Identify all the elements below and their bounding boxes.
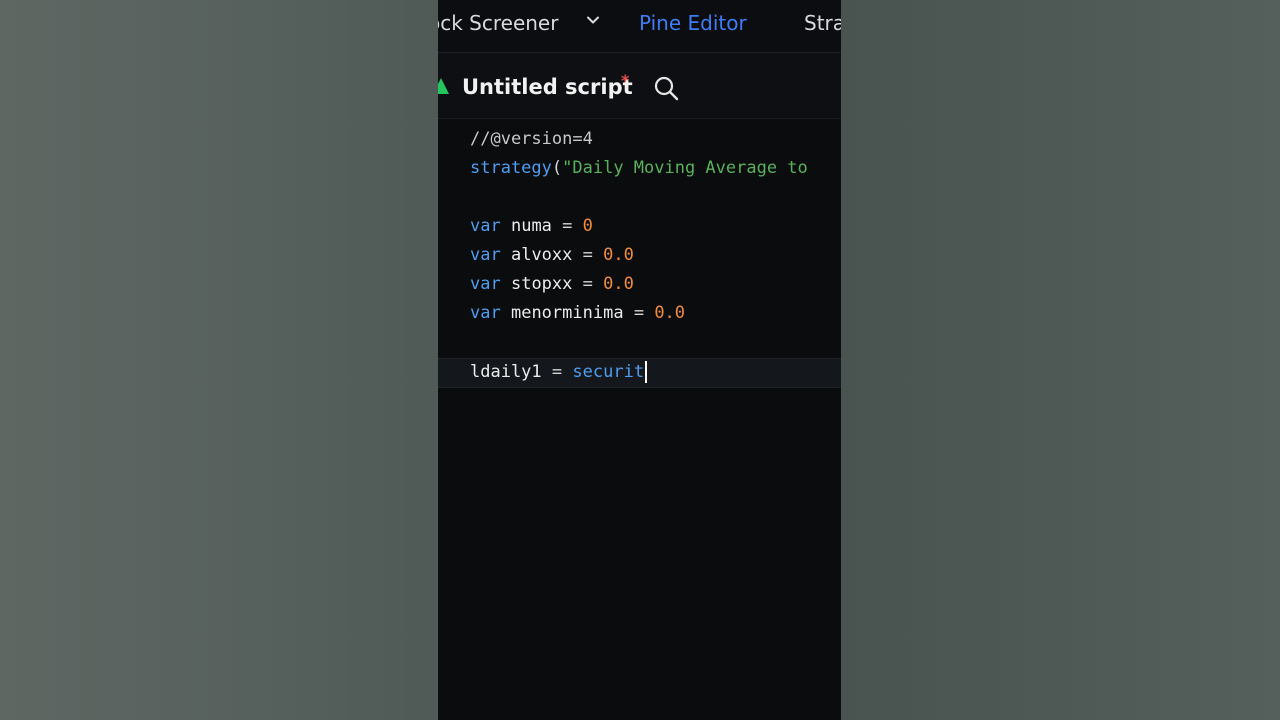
code-line-1[interactable]: //@version=4 bbox=[470, 125, 593, 154]
code-editor[interactable]: //@version=4 strategy("Daily Moving Aver… bbox=[438, 119, 841, 720]
code-number: 0 bbox=[582, 216, 593, 236]
code-keyword: var bbox=[470, 216, 501, 236]
app-screen: ock Screener Pine Editor Stra Untitled s… bbox=[438, 0, 841, 720]
text-cursor bbox=[645, 361, 648, 383]
script-title[interactable]: Untitled script bbox=[462, 73, 633, 101]
code-number: 0.0 bbox=[654, 303, 686, 323]
code-number: 0.0 bbox=[603, 274, 634, 294]
code-number: 0.0 bbox=[603, 245, 634, 265]
code-comment: //@version=4 bbox=[470, 129, 593, 149]
code-keyword: var bbox=[470, 274, 501, 294]
code-line-9[interactable]: ldaily1 = securit bbox=[470, 358, 648, 387]
code-keyword: var bbox=[470, 245, 501, 265]
code-operator: = bbox=[582, 274, 593, 294]
chevron-down-icon[interactable] bbox=[586, 13, 600, 27]
top-navigation: ock Screener Pine Editor Stra bbox=[438, 0, 841, 53]
code-keyword: var bbox=[470, 303, 501, 323]
code-line-4[interactable]: var numa = 0 bbox=[470, 212, 593, 241]
code-line-2[interactable]: strategy("Daily Moving Average to bbox=[470, 154, 808, 183]
code-string: "Daily Moving Average to bbox=[562, 158, 808, 178]
code-identifier: menorminima bbox=[510, 303, 624, 323]
tab-pine-editor[interactable]: Pine Editor bbox=[639, 10, 747, 36]
code-operator: = bbox=[582, 245, 593, 265]
search-icon[interactable] bbox=[653, 75, 679, 101]
app-logo-icon bbox=[438, 78, 449, 94]
code-identifier: alvoxx bbox=[510, 245, 573, 265]
code-operator: = bbox=[551, 362, 563, 382]
editor-header: Untitled script * bbox=[438, 53, 841, 119]
code-operator: = bbox=[562, 216, 573, 236]
code-identifier: ldaily1 bbox=[470, 362, 542, 382]
code-identifier: stopxx bbox=[510, 274, 573, 294]
code-identifier: numa bbox=[510, 216, 552, 236]
code-operator: = bbox=[633, 303, 645, 323]
tab-stock-screener[interactable]: ock Screener bbox=[438, 10, 558, 36]
code-line-7[interactable]: var menorminima = 0.0 bbox=[470, 299, 685, 328]
code-punctuation: ( bbox=[551, 158, 563, 178]
code-function: strategy bbox=[470, 158, 552, 178]
tab-strategy-tester[interactable]: Stra bbox=[804, 10, 841, 36]
code-line-6[interactable]: var stopxx = 0.0 bbox=[470, 270, 634, 299]
code-function: securit bbox=[572, 362, 645, 382]
unsaved-indicator: * bbox=[621, 71, 630, 90]
code-line-5[interactable]: var alvoxx = 0.0 bbox=[470, 241, 634, 270]
